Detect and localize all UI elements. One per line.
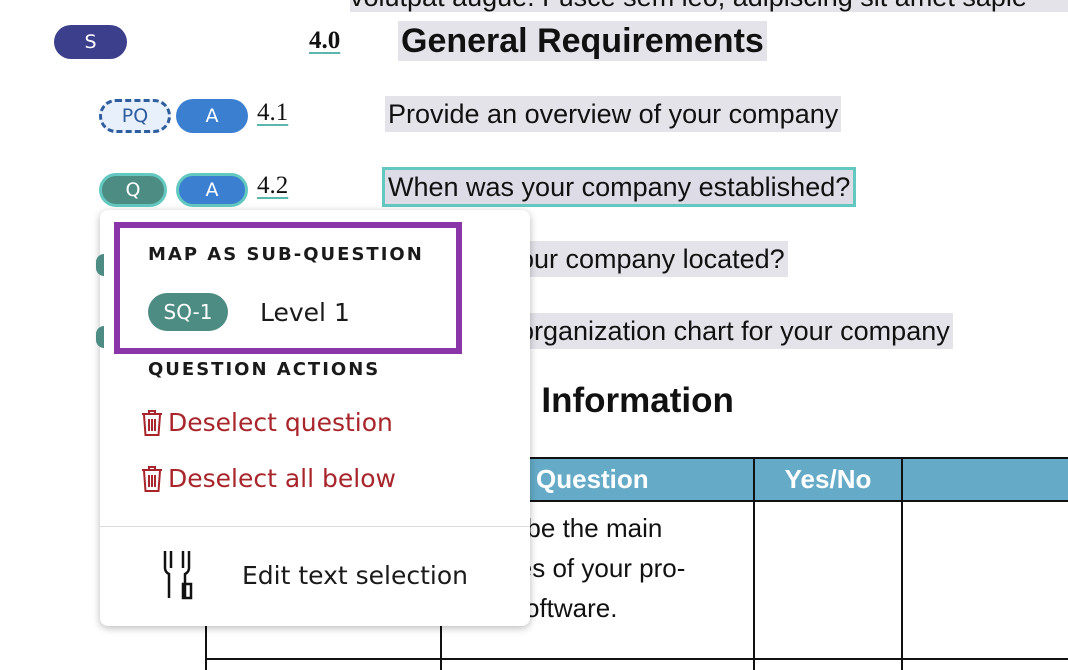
- table-header-question-label: Question: [536, 463, 649, 494]
- question-text-4-1[interactable]: Provide an overview of your company: [385, 96, 842, 132]
- table-header-extra: [902, 458, 1068, 500]
- tag-q-4-2-label: Q: [125, 179, 141, 201]
- question-actions-heading: QUESTION ACTIONS: [148, 359, 381, 380]
- deselect-question-button[interactable]: Deselect question: [140, 408, 393, 437]
- menu-divider: [100, 526, 530, 527]
- section-title-information: : Information: [520, 381, 734, 420]
- tag-q-4-2[interactable]: Q: [99, 173, 167, 207]
- trash-icon: [142, 465, 162, 492]
- section-tag-s-label: S: [84, 31, 97, 53]
- table-cell-line-3: software.: [512, 593, 618, 623]
- sub-question-level-1-option[interactable]: SQ-1 Level 1: [148, 293, 350, 331]
- edit-text-selection-label: Edit text selection: [242, 560, 469, 590]
- sub-question-badge-label: SQ-1: [163, 300, 213, 324]
- highlight-frame: [114, 222, 462, 354]
- question-text-4-3[interactable]: our company located?: [516, 241, 788, 277]
- table-header-yes-no-label: Yes/No: [784, 463, 872, 494]
- tag-a-4-1-label: A: [205, 105, 219, 127]
- table-header-yes-no: Yes/No: [754, 458, 902, 500]
- tag-pq[interactable]: PQ: [99, 99, 171, 133]
- deselect-all-below-button[interactable]: Deselect all below: [140, 464, 396, 493]
- table-border-col-2: [753, 458, 755, 670]
- tag-a-4-2-label: A: [205, 179, 219, 201]
- question-text-4-4[interactable]: organization chart for your company: [516, 313, 953, 349]
- tag-pq-label: PQ: [121, 105, 149, 127]
- hidden-tag-peek-2: [96, 326, 104, 348]
- question-text-4-2-selected[interactable]: When was your company established?: [382, 167, 857, 207]
- edit-text-selection-button[interactable]: Edit text selection: [160, 548, 468, 602]
- sub-question-badge: SQ-1: [148, 293, 228, 331]
- section-tag-s[interactable]: S: [54, 25, 127, 59]
- deselect-all-below-label: Deselect all below: [168, 464, 396, 493]
- map-as-sub-question-heading: MAP AS SUB-QUESTION: [148, 244, 424, 265]
- text-cursor-icon: [163, 551, 193, 600]
- table-cell-line-1: ribe the main: [512, 513, 663, 543]
- table-cell-line-2: ies of your pro-: [512, 553, 686, 583]
- sub-question-level-label: Level 1: [260, 297, 350, 327]
- question-number-4-2: 4.2: [257, 172, 289, 199]
- section-number-4-0: 4.0: [309, 27, 341, 54]
- hidden-tag-peek-1: [96, 254, 104, 276]
- table-border-col-3: [901, 458, 903, 670]
- section-title-general-requirements[interactable]: General Requirements: [398, 21, 767, 61]
- top-text-line: volutpat augue. Fusce sem leo, adipiscin…: [350, 0, 1068, 12]
- table-cell-question-text: ribe the main ies of your pro- software.: [512, 508, 685, 628]
- table-border-bottom: [205, 658, 1068, 660]
- tag-a-4-2[interactable]: A: [176, 173, 248, 207]
- trash-icon: [142, 409, 162, 436]
- tag-a-4-1[interactable]: A: [176, 99, 248, 133]
- deselect-question-label: Deselect question: [168, 408, 393, 437]
- question-number-4-1: 4.1: [257, 99, 289, 126]
